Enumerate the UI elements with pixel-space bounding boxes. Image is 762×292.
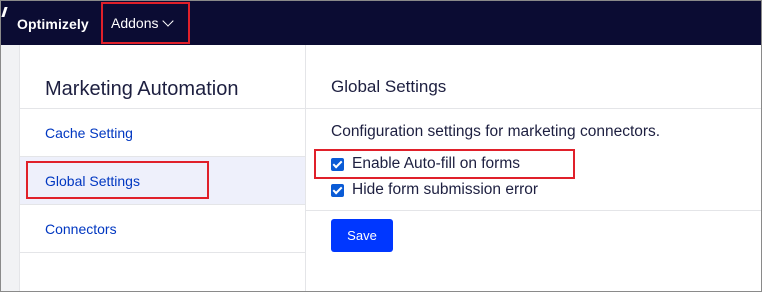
app-window: Optimizely Addons Marketing Automation C…: [0, 0, 762, 292]
top-nav-bar: Optimizely Addons: [1, 1, 761, 45]
left-gutter: [1, 45, 20, 291]
hide-error-checkbox-row[interactable]: Hide form submission error: [331, 181, 538, 199]
settings-description: Configuration settings for marketing con…: [331, 123, 661, 140]
checkbox-label: Hide form submission error: [352, 181, 539, 198]
sidebar-divider: [20, 252, 305, 253]
save-button[interactable]: Save: [331, 219, 393, 252]
sidebar-item-connectors[interactable]: Connectors: [20, 204, 305, 252]
addons-menu[interactable]: Addons: [101, 2, 190, 44]
divider: [306, 108, 761, 109]
main-panel: Global Settings Configuration settings f…: [306, 45, 761, 291]
checkbox-checked-icon[interactable]: [331, 183, 344, 197]
chevron-down-icon: [162, 14, 175, 27]
sidebar: Marketing Automation Cache Setting Globa…: [20, 45, 306, 291]
sidebar-item-global-settings[interactable]: Global Settings: [20, 156, 305, 204]
divider: [306, 210, 761, 211]
page-title: Global Settings: [331, 77, 447, 96]
sidebar-item-label: Connectors: [45, 221, 117, 237]
autofill-checkbox-row[interactable]: Enable Auto-fill on forms: [331, 155, 520, 173]
checkbox-checked-icon[interactable]: [331, 157, 344, 171]
sidebar-item-label: Cache Setting: [45, 125, 133, 141]
addons-label: Addons: [111, 15, 159, 31]
sidebar-item-label: Global Settings: [45, 173, 140, 189]
logo-mark-icon: [1, 7, 8, 17]
sidebar-item-cache-setting[interactable]: Cache Setting: [20, 108, 305, 156]
checkbox-label: Enable Auto-fill on forms: [352, 155, 521, 172]
brand-name: Optimizely: [17, 16, 89, 32]
sidebar-title: Marketing Automation: [45, 78, 239, 100]
